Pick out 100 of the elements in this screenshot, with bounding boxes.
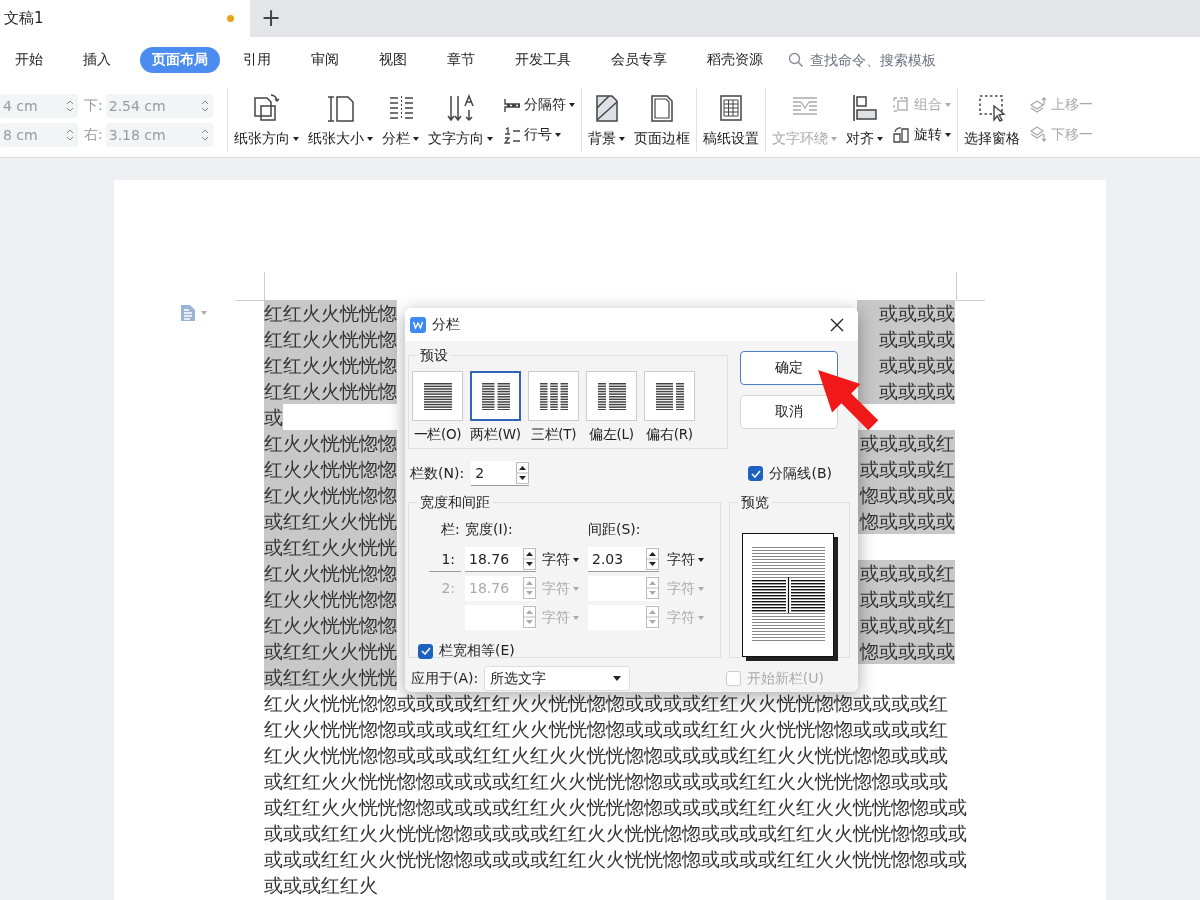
ribbon-button[interactable]: 页面边框	[634, 92, 690, 148]
selection-cursor-icon	[976, 92, 1008, 124]
layer-down-icon	[1029, 126, 1047, 144]
ribbon-button[interactable]: 选择窗格	[964, 92, 1020, 148]
column-layout-icon	[423, 382, 452, 410]
spinner-icon	[646, 577, 659, 599]
column-header: 间距(S):	[588, 521, 642, 539]
group-label: 预设	[417, 346, 451, 364]
preset-label: 偏左(L)	[589, 426, 634, 444]
column-layout-icon	[481, 382, 510, 410]
margin-label: 下:	[84, 96, 103, 115]
text-line: 或红红火火恍恍惚惚或或或或红红火火恍恍惚惚或或或或红红火火恍恍惚惚或或或	[264, 769, 948, 794]
spinner-icon	[200, 127, 209, 142]
apply-dropdown[interactable]: 所选文字	[484, 666, 631, 691]
pointer-arrow	[816, 368, 880, 432]
menu-tab[interactable]: 开发工具	[504, 47, 582, 73]
group-icon	[892, 96, 910, 114]
column-layout-icon	[597, 382, 626, 410]
menu-tab[interactable]: 稻壳资源	[696, 47, 774, 73]
close-icon	[830, 317, 844, 332]
checkbox[interactable]	[418, 643, 433, 659]
text-direction-icon	[444, 92, 477, 124]
column-header: 宽度(I):	[465, 521, 514, 539]
ribbon-button[interactable]: 文字方向	[428, 92, 493, 148]
document-tab[interactable]: 文稿1	[0, 0, 250, 37]
checkbox-label: 开始新栏(U)	[746, 669, 824, 688]
unit-dropdown[interactable]: 字符	[538, 550, 588, 569]
text-line: 或红红火火恍恍惚惚或或或或红红火火恍恍惚惚或或或或红红火红火火恍恍惚惚或或	[264, 795, 967, 820]
rotate-icon	[892, 126, 910, 144]
search-icon	[788, 52, 804, 68]
menu-tab[interactable]: 会员专享	[600, 47, 678, 73]
column-layout-icon	[655, 382, 684, 410]
caret-icon	[698, 586, 704, 591]
text-line: 或或或红红火火恍恍惚惚或或或或红红火火恍恍惚惚或或或或红红火火恍恍惚惚或或	[264, 847, 967, 872]
ribbon-button[interactable]: 对齐	[846, 92, 883, 148]
spinner-icon	[200, 98, 209, 113]
ribbon-button[interactable]: 纸张方向	[234, 92, 299, 148]
spinner-icon	[66, 127, 74, 142]
search-field[interactable]: 查找命令、搜索模板	[788, 51, 992, 69]
column-layout-icon	[539, 382, 568, 410]
caret-icon	[613, 676, 622, 681]
caret-icon	[573, 557, 579, 562]
spinner-icon	[646, 606, 659, 628]
ribbon-button[interactable]: 稿纸设置	[703, 92, 759, 148]
ribbon-button[interactable]: 纸张大小	[308, 92, 373, 148]
menu-tab[interactable]: 开始	[4, 47, 54, 73]
field-label: 应用于(A):	[411, 669, 479, 688]
number-field[interactable]: 2	[471, 461, 530, 486]
preset-button[interactable]	[470, 371, 521, 421]
caret-icon	[698, 557, 704, 562]
unit-dropdown[interactable]: 字符	[663, 550, 707, 569]
check-icon	[420, 647, 431, 655]
preset-label: 一栏(O)	[413, 426, 462, 444]
menu-tab[interactable]: 视图	[368, 47, 418, 73]
text-line: 或或或红红火火恍恍惚惚或或或或红红火火恍恍惚惚或或或或红红火火恍恍惚惚或或	[264, 821, 967, 846]
text-line: 红火火恍恍惚惚或或或或红红火火恍恍惚惚或或或或红红火火恍恍惚惚或或或或红	[264, 691, 948, 716]
caret-icon	[573, 586, 579, 591]
caret-icon	[698, 615, 704, 620]
checkbox-label: 栏宽相等(E)	[439, 642, 515, 660]
dialog-title: 分栏	[432, 315, 461, 334]
document-icon	[180, 304, 196, 322]
check-icon	[750, 469, 761, 478]
column-header: 栏:	[440, 521, 461, 539]
column-number: 1:	[429, 547, 461, 572]
menu-tab[interactable]: 引用	[232, 47, 282, 73]
preset-label: 偏右(R)	[646, 426, 693, 444]
menu-tab[interactable]: 插入	[72, 47, 122, 73]
app-logo-icon	[410, 316, 426, 333]
ribbon-button[interactable]: 背景	[588, 92, 625, 148]
spinner-icon	[523, 606, 536, 628]
text-line: 红火火恍恍惚惚或或或或红红火红火火恍恍惚惚或或或或红红火火恍恍惚惚或或或	[264, 743, 948, 768]
menu-tab[interactable]: 章节	[436, 47, 486, 73]
cancel-button[interactable]: 取消	[740, 395, 838, 429]
margin-mark	[956, 272, 985, 301]
number-field[interactable]: 18.76	[465, 547, 536, 572]
ribbon-button[interactable]: 分隔符	[502, 91, 575, 119]
number-field[interactable]: 2.03	[588, 547, 659, 572]
spinner-icon	[523, 577, 536, 599]
preset-label: 三栏(T)	[530, 426, 577, 444]
preset-label: 两栏(W)	[470, 426, 521, 444]
checkbox-label: 分隔线(B)	[769, 464, 832, 483]
text-line: 红火火恍恍惚惚或或或或红红火火恍恍惚惚或或或或红红火火恍恍惚惚或或或或红	[264, 717, 948, 742]
new-tab-button[interactable]: +	[250, 0, 292, 37]
caret-icon	[573, 615, 579, 620]
spinner-icon	[523, 548, 536, 570]
text-line: 或或或红红火	[264, 873, 378, 898]
spinner-icon	[516, 462, 530, 484]
field-label: 栏数(N):	[410, 464, 465, 483]
margin-label: 右:	[84, 125, 103, 144]
group-label: 预览	[738, 493, 772, 511]
ok-button[interactable]: 确定	[740, 351, 838, 385]
margin-mark	[236, 272, 265, 301]
caret-icon	[201, 311, 207, 315]
ribbon-button[interactable]: 旋转	[892, 121, 951, 149]
menu-tab[interactable]: 审阅	[300, 47, 350, 73]
checkbox[interactable]	[748, 466, 764, 481]
ribbon-button[interactable]: 分栏	[382, 92, 419, 148]
group-label: 宽度和间距	[417, 493, 493, 511]
layer-up-icon	[1029, 96, 1047, 114]
ribbon-button[interactable]: 行号	[502, 121, 575, 149]
